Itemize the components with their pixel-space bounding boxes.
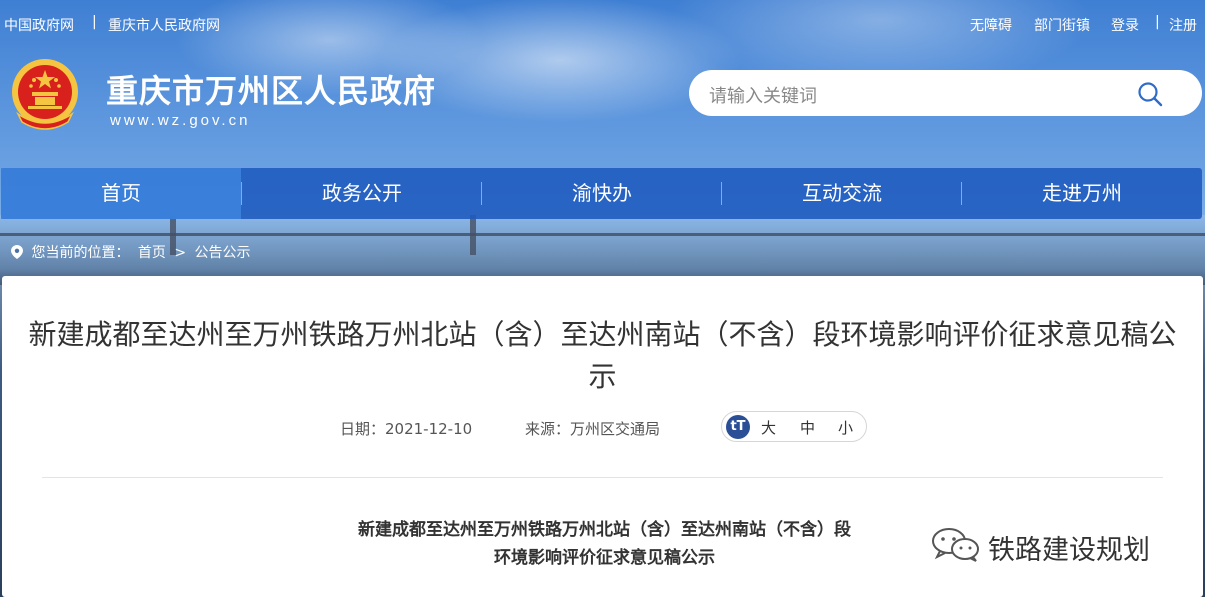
link-accessibility[interactable]: 无障碍	[970, 15, 1012, 35]
top-bar: 中国政府网 | 重庆市人民政府网 无障碍 部门街镇 登录 | 注册	[0, 0, 1205, 48]
link-chongqing-gov[interactable]: 重庆市人民政府网	[108, 15, 220, 35]
font-size-large[interactable]: 大	[761, 417, 776, 438]
watermark-text: 铁路建设规划	[988, 535, 1150, 566]
nav-item-home[interactable]: 首页	[1, 168, 241, 219]
link-login[interactable]: 登录	[1111, 15, 1139, 35]
top-separator: |	[1155, 14, 1160, 30]
link-register[interactable]: 注册	[1169, 15, 1197, 35]
search-placeholder: 请输入关键词	[709, 86, 817, 107]
article-date: 日期：2021-12-10	[340, 420, 473, 438]
breadcrumb-current[interactable]: 公告公示	[195, 245, 251, 261]
divider	[42, 477, 1163, 478]
wechat-watermark: 铁路建设规划	[930, 526, 1150, 566]
article-source: 来源：万州区交通局	[525, 420, 661, 438]
link-departments[interactable]: 部门街镇	[1034, 15, 1090, 35]
article-body-heading-line: 新建成都至达州至万州铁路万州北站（含）至达州南站（不含）段	[358, 520, 851, 540]
search-icon[interactable]	[1136, 80, 1164, 108]
breadcrumb-home[interactable]: 首页	[138, 245, 166, 261]
font-size-small[interactable]: 小	[838, 417, 853, 438]
link-china-gov[interactable]: 中国政府网	[4, 15, 74, 35]
site-title[interactable]: 重庆市万州区人民政府	[106, 66, 436, 112]
bridge-deck	[0, 233, 1205, 236]
bridge-tower-right	[470, 215, 476, 255]
article-body-heading-line: 环境影响评价征求意见稿公示	[494, 548, 715, 568]
location-pin-icon	[11, 245, 23, 259]
search-input[interactable]: 请输入关键词	[689, 70, 1202, 116]
national-emblem-icon	[12, 59, 78, 130]
site-url: www.wz.gov.cn	[110, 112, 251, 129]
top-separator: |	[92, 14, 97, 30]
breadcrumb: 您当前的位置： 首页 > 公告公示	[11, 242, 255, 262]
breadcrumb-separator: >	[174, 245, 187, 261]
nav-item-interaction[interactable]: 互动交流	[722, 168, 962, 219]
wechat-icon	[932, 528, 979, 562]
font-size-switcher: tT 大 中 小	[721, 411, 867, 442]
breadcrumb-prefix: 您当前的位置：	[31, 245, 130, 261]
main-nav: 首页 政务公开 渝快办 互动交流 走进万州	[1, 168, 1202, 219]
font-size-medium[interactable]: 中	[800, 417, 815, 438]
article-title: 新建成都至达州至万州铁路万州北站（含）至达州南站（不含）段环境影响评价征求意见稿…	[28, 318, 1177, 393]
nav-item-government-affairs[interactable]: 政务公开	[242, 168, 482, 219]
font-size-icon: tT	[726, 415, 750, 439]
nav-item-yukuaiban[interactable]: 渝快办	[482, 168, 722, 219]
nav-item-about-wanzhou[interactable]: 走进万州	[962, 168, 1202, 219]
article-body-heading: 新建成都至达州至万州铁路万州北站（含）至达州南站（不含）段 环境影响评价征求意见…	[302, 516, 907, 572]
